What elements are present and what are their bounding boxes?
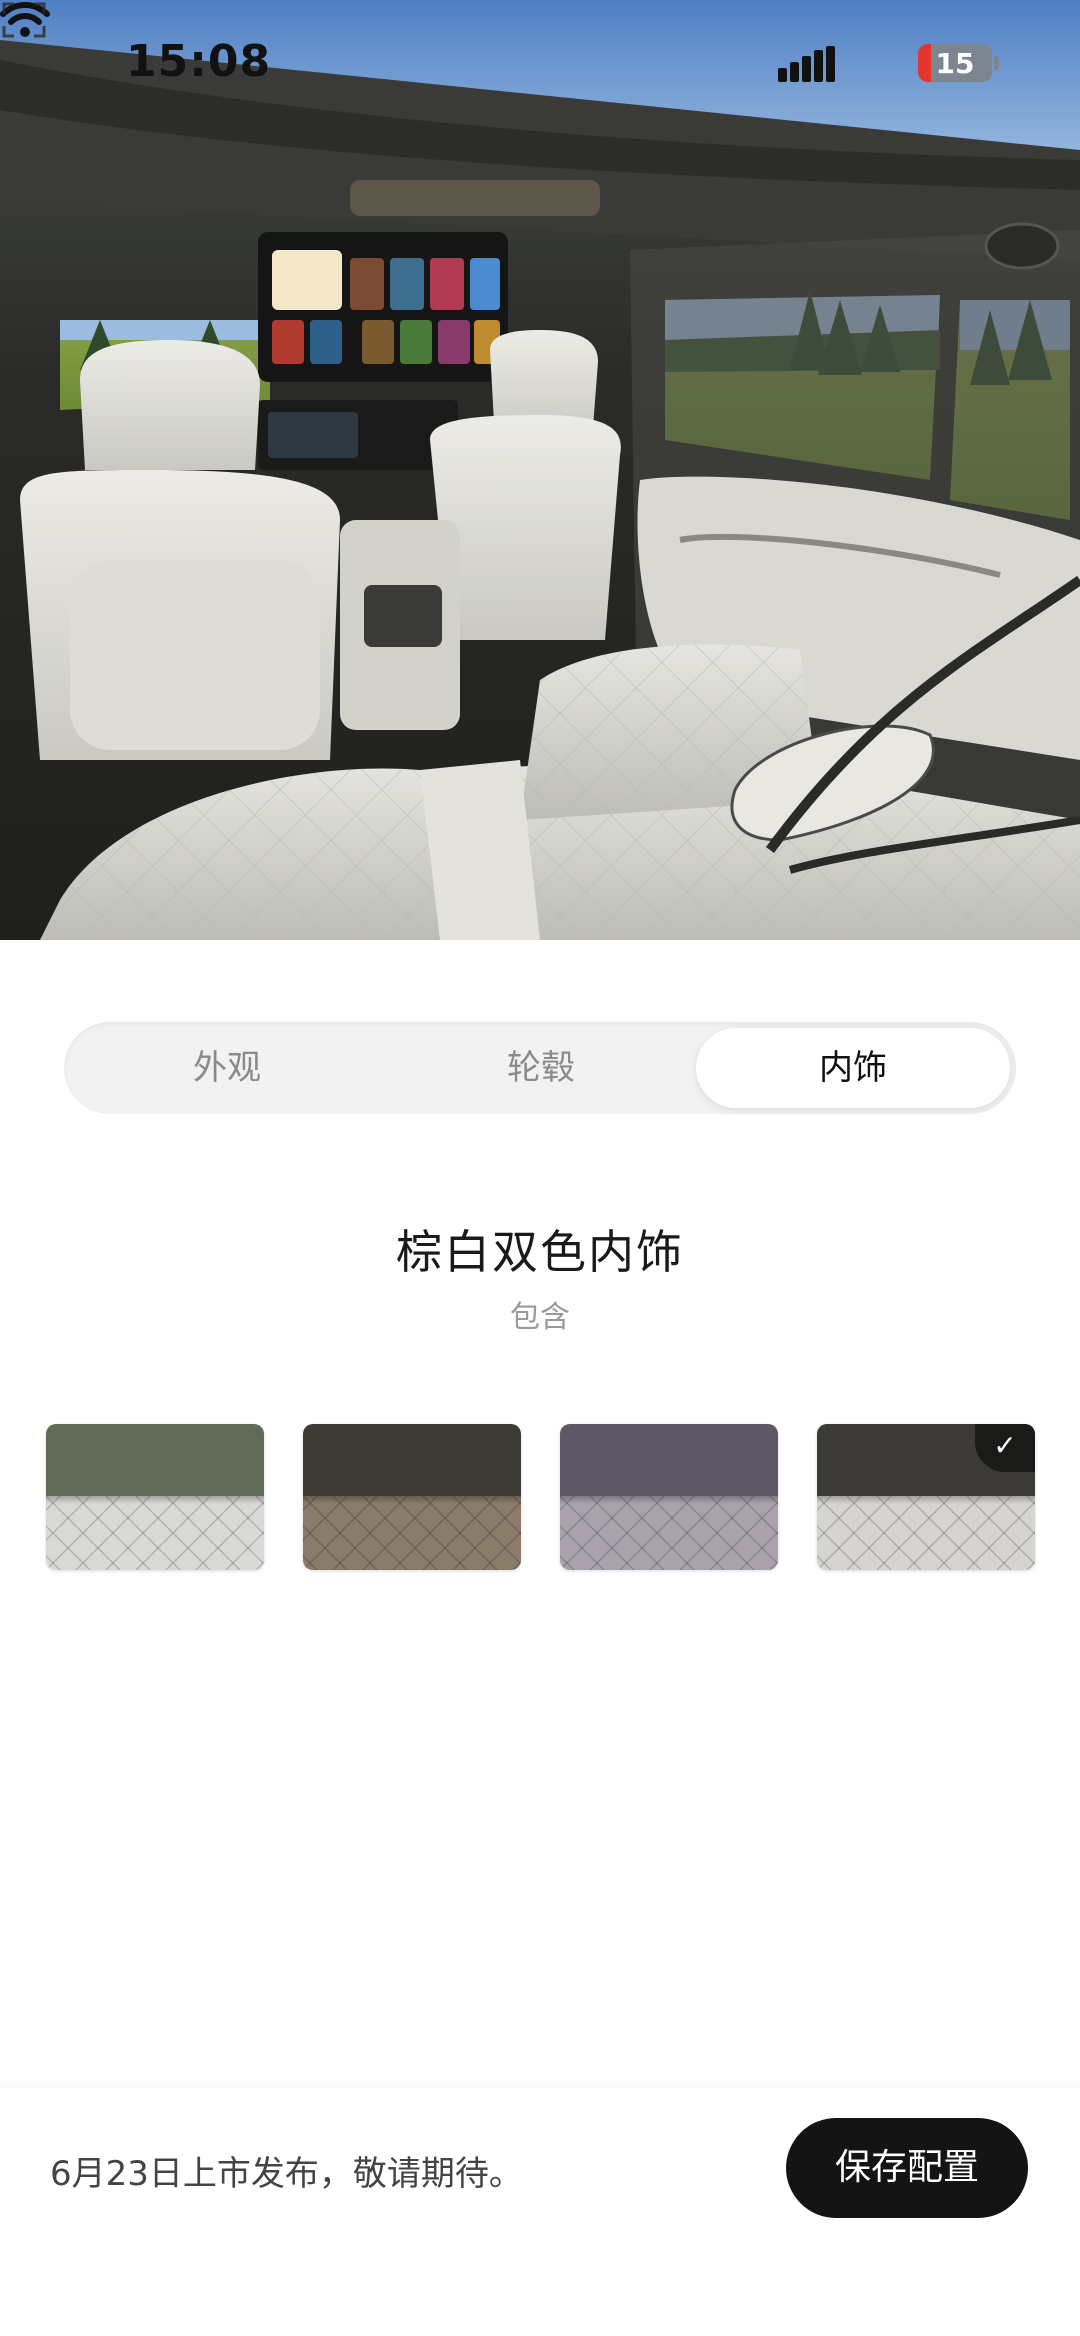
swatch-upper-color [46, 1424, 264, 1496]
save-config-button[interactable]: 保存配置 [786, 2118, 1028, 2218]
tab-exterior[interactable]: 外观 [70, 1028, 384, 1108]
quilt-pattern [303, 1496, 521, 1570]
interior-option-title: 棕白双色内饰 [396, 1225, 684, 1279]
status-bar: 15:08 15 [0, 0, 1080, 130]
swatch-seam-shadow [303, 1496, 521, 1504]
swatch-seam-shadow [817, 1496, 1035, 1504]
interior-swatch-4[interactable]: ✓ [817, 1424, 1035, 1570]
interior-option-subtitle: 包含 [510, 1300, 570, 1335]
bottom-action-bar: 6月23日上市发布，敬请期待。 保存配置 [0, 2088, 1080, 2336]
fullscreen-icon[interactable] [0, 0, 48, 40]
hero-interior-image: 15:08 15 [0, 0, 1080, 940]
swatch-seam-shadow [560, 1496, 778, 1504]
swatch-lower-quilted [303, 1496, 521, 1570]
quilt-pattern [46, 1496, 264, 1570]
swatch-lower-quilted [817, 1496, 1035, 1570]
interior-swatch-2[interactable] [303, 1424, 521, 1570]
car-interior-illustration [0, 0, 1080, 940]
quilt-pattern [560, 1496, 778, 1570]
swatch-upper-color [560, 1424, 778, 1496]
battery-level: 15 [935, 47, 975, 80]
battery-tip [994, 56, 999, 70]
tab-wheels[interactable]: 轮毂 [384, 1028, 698, 1108]
battery-indicator: 15 [918, 44, 992, 82]
swatch-seam-shadow [46, 1496, 264, 1504]
cellular-signal-icon [778, 46, 836, 82]
swatch-lower-quilted [560, 1496, 778, 1570]
swatch-upper-color [303, 1424, 521, 1496]
release-date-notice: 6月23日上市发布，敬请期待。 [50, 2154, 523, 2194]
quilt-pattern [817, 1496, 1035, 1570]
swatch-lower-quilted [46, 1496, 264, 1570]
interior-swatch-3[interactable] [560, 1424, 778, 1570]
tab-interior[interactable]: 内饰 [696, 1028, 1010, 1108]
category-tab-bar: 外观 轮毂 内饰 [64, 1022, 1016, 1114]
status-time: 15:08 [126, 36, 272, 87]
interior-swatch-1[interactable] [46, 1424, 264, 1570]
